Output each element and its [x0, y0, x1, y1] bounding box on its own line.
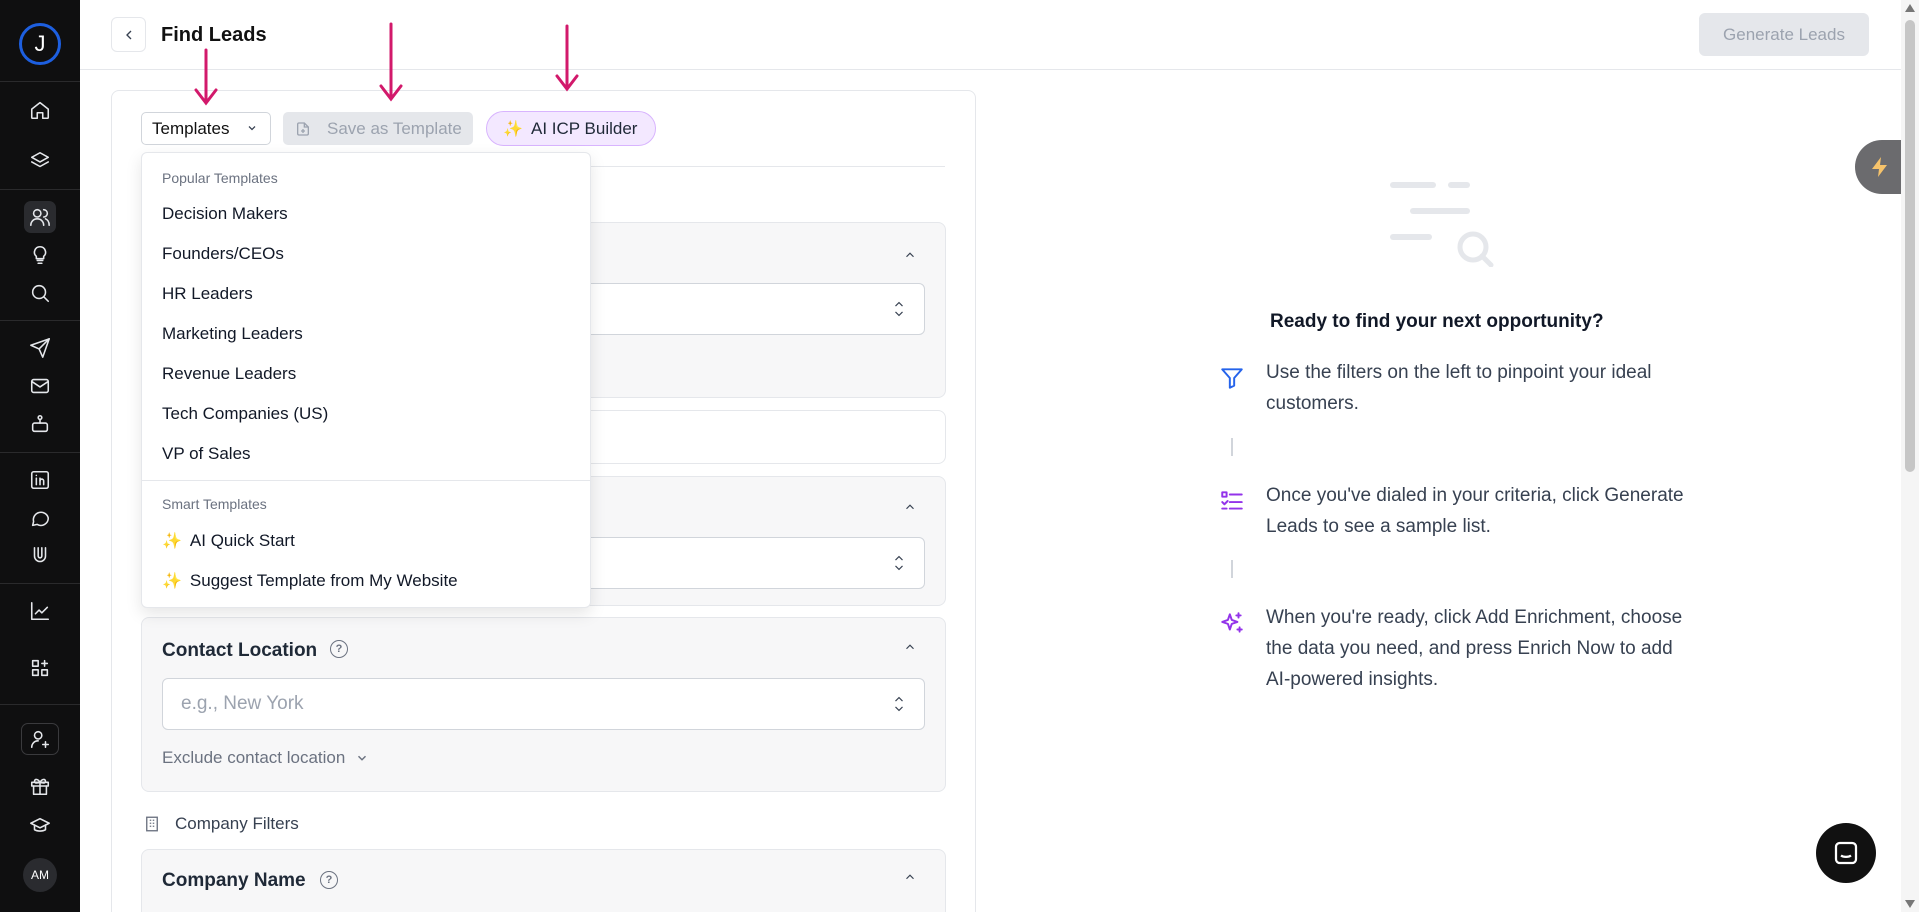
apps-icon[interactable] — [24, 652, 56, 684]
templates-dropdown-menu: Popular Templates Decision Makers Founde… — [141, 152, 591, 608]
chevron-up-icon[interactable] — [903, 248, 917, 262]
smart-template-label: AI Quick Start — [189, 531, 295, 550]
annotation-arrow — [555, 24, 579, 97]
page-header: Find Leads Generate Leads — [80, 0, 1901, 70]
generate-leads-button[interactable]: Generate Leads — [1699, 13, 1869, 56]
filter-icon — [1219, 365, 1245, 391]
company-name-title: Company Name — [162, 870, 306, 891]
company-name-section: Company Name ? — [141, 849, 946, 912]
avatar[interactable]: AM — [23, 858, 57, 892]
step-connector — [1231, 438, 1233, 456]
send-icon[interactable] — [24, 332, 56, 364]
annotation-arrow — [379, 22, 403, 107]
file-plus-icon — [297, 122, 309, 136]
chevron-left-icon — [125, 30, 131, 39]
app-logo[interactable]: J — [19, 23, 61, 65]
empty-search-illustration — [1390, 182, 1494, 267]
help-icon[interactable]: ? — [320, 871, 338, 889]
quick-actions-tab[interactable] — [1855, 140, 1905, 194]
contact-location-input[interactable]: e.g., New York — [162, 678, 925, 730]
templates-label: Templates — [152, 118, 230, 138]
step-text: When you're ready, click Add Enrichment,… — [1266, 607, 1683, 690]
page-title: Find Leads — [161, 24, 267, 46]
scroll-thumb[interactable] — [1905, 20, 1915, 472]
chevron-up-icon[interactable] — [903, 870, 917, 884]
users-icon[interactable] — [24, 201, 56, 233]
sidebar-divider — [0, 452, 80, 453]
sidebar: J AM — [0, 0, 80, 912]
chat-bubble-icon — [1834, 841, 1858, 865]
smart-template-item[interactable]: ✨ Suggest Template from My Website — [162, 571, 458, 591]
contact-location-section: Contact Location ? e.g., New York Exclud… — [141, 617, 946, 792]
templates-dropdown-button[interactable]: Templates — [141, 112, 271, 145]
sparkles-icon — [1219, 610, 1245, 636]
smart-template-item[interactable]: ✨ AI Quick Start — [162, 531, 295, 551]
chevron-up-icon[interactable] — [903, 500, 917, 514]
chat-icon[interactable] — [24, 502, 56, 534]
save-as-template-button[interactable]: Save as Template — [283, 112, 473, 145]
chevron-down-icon — [248, 126, 256, 131]
magnet-icon[interactable] — [24, 540, 56, 572]
exclude-contact-location-toggle[interactable]: Exclude contact location — [162, 748, 369, 768]
select-arrows-icon — [892, 299, 906, 319]
chevron-up-icon[interactable] — [903, 640, 917, 654]
select-arrows-icon — [892, 694, 906, 714]
building-icon — [146, 816, 158, 832]
sidebar-divider — [0, 704, 80, 705]
template-item[interactable]: Revenue Leaders — [162, 364, 296, 384]
template-item[interactable]: Decision Makers — [162, 204, 288, 224]
template-item[interactable]: Founders/CEOs — [162, 244, 284, 264]
exclude-label: Exclude contact location — [162, 748, 346, 767]
step-text: Use the filters on the left to pinpoint … — [1266, 362, 1652, 414]
sparkle-icon: ✨ — [162, 573, 182, 590]
contact-location-title: Contact Location — [162, 640, 318, 661]
scrollbar[interactable] — [1901, 0, 1919, 912]
template-item[interactable]: Tech Companies (US) — [162, 404, 328, 424]
add-user-icon[interactable] — [21, 723, 59, 755]
template-item[interactable]: HR Leaders — [162, 284, 253, 304]
step-text: Once you've dialed in your criteria, cli… — [1266, 485, 1684, 537]
sidebar-divider — [0, 189, 80, 190]
home-icon[interactable] — [24, 94, 56, 126]
help-icon[interactable]: ? — [330, 640, 348, 658]
popular-templates-heading: Popular Templates — [162, 170, 278, 186]
scroll-up-arrow[interactable] — [1905, 4, 1915, 12]
select-arrows-icon — [892, 553, 906, 573]
empty-state-title: Ready to find your next opportunity? — [1270, 311, 1604, 332]
company-filters-heading: Company Filters — [143, 814, 299, 834]
save-as-template-label: Save as Template — [327, 118, 462, 138]
smart-templates-heading: Smart Templates — [162, 496, 267, 512]
chevron-down-icon — [358, 755, 367, 761]
lightbulb-icon[interactable] — [24, 239, 56, 271]
mail-icon[interactable] — [24, 370, 56, 402]
sparkle-icon: ✨ — [503, 121, 523, 138]
scroll-down-arrow[interactable] — [1905, 900, 1915, 908]
step-connector — [1231, 560, 1233, 578]
template-item[interactable]: Marketing Leaders — [162, 324, 303, 344]
linkedin-icon[interactable] — [24, 464, 56, 496]
sidebar-divider — [0, 81, 80, 82]
sidebar-divider — [0, 320, 80, 321]
chart-icon[interactable] — [24, 595, 56, 627]
sparkle-icon: ✨ — [162, 533, 182, 550]
list-checks-icon — [1219, 488, 1245, 514]
chat-support-button[interactable] — [1816, 823, 1876, 883]
smart-template-label: Suggest Template from My Website — [189, 571, 458, 590]
graduation-cap-icon[interactable] — [24, 810, 56, 842]
dropdown-divider — [142, 480, 590, 481]
annotation-arrow — [194, 48, 218, 111]
search-icon[interactable] — [24, 277, 56, 309]
template-item[interactable]: VP of Sales — [162, 444, 251, 464]
ai-icp-builder-button[interactable]: ✨ AI ICP Builder — [486, 111, 656, 146]
gift-icon[interactable] — [24, 770, 56, 802]
layers-icon[interactable] — [24, 145, 56, 177]
contact-location-placeholder: e.g., New York — [181, 693, 304, 714]
robot-icon[interactable] — [24, 408, 56, 440]
company-filters-label: Company Filters — [175, 814, 299, 833]
ai-icp-builder-label: AI ICP Builder — [531, 118, 638, 138]
back-button[interactable] — [111, 17, 146, 52]
sidebar-divider — [0, 583, 80, 584]
lightning-icon — [1872, 157, 1887, 177]
